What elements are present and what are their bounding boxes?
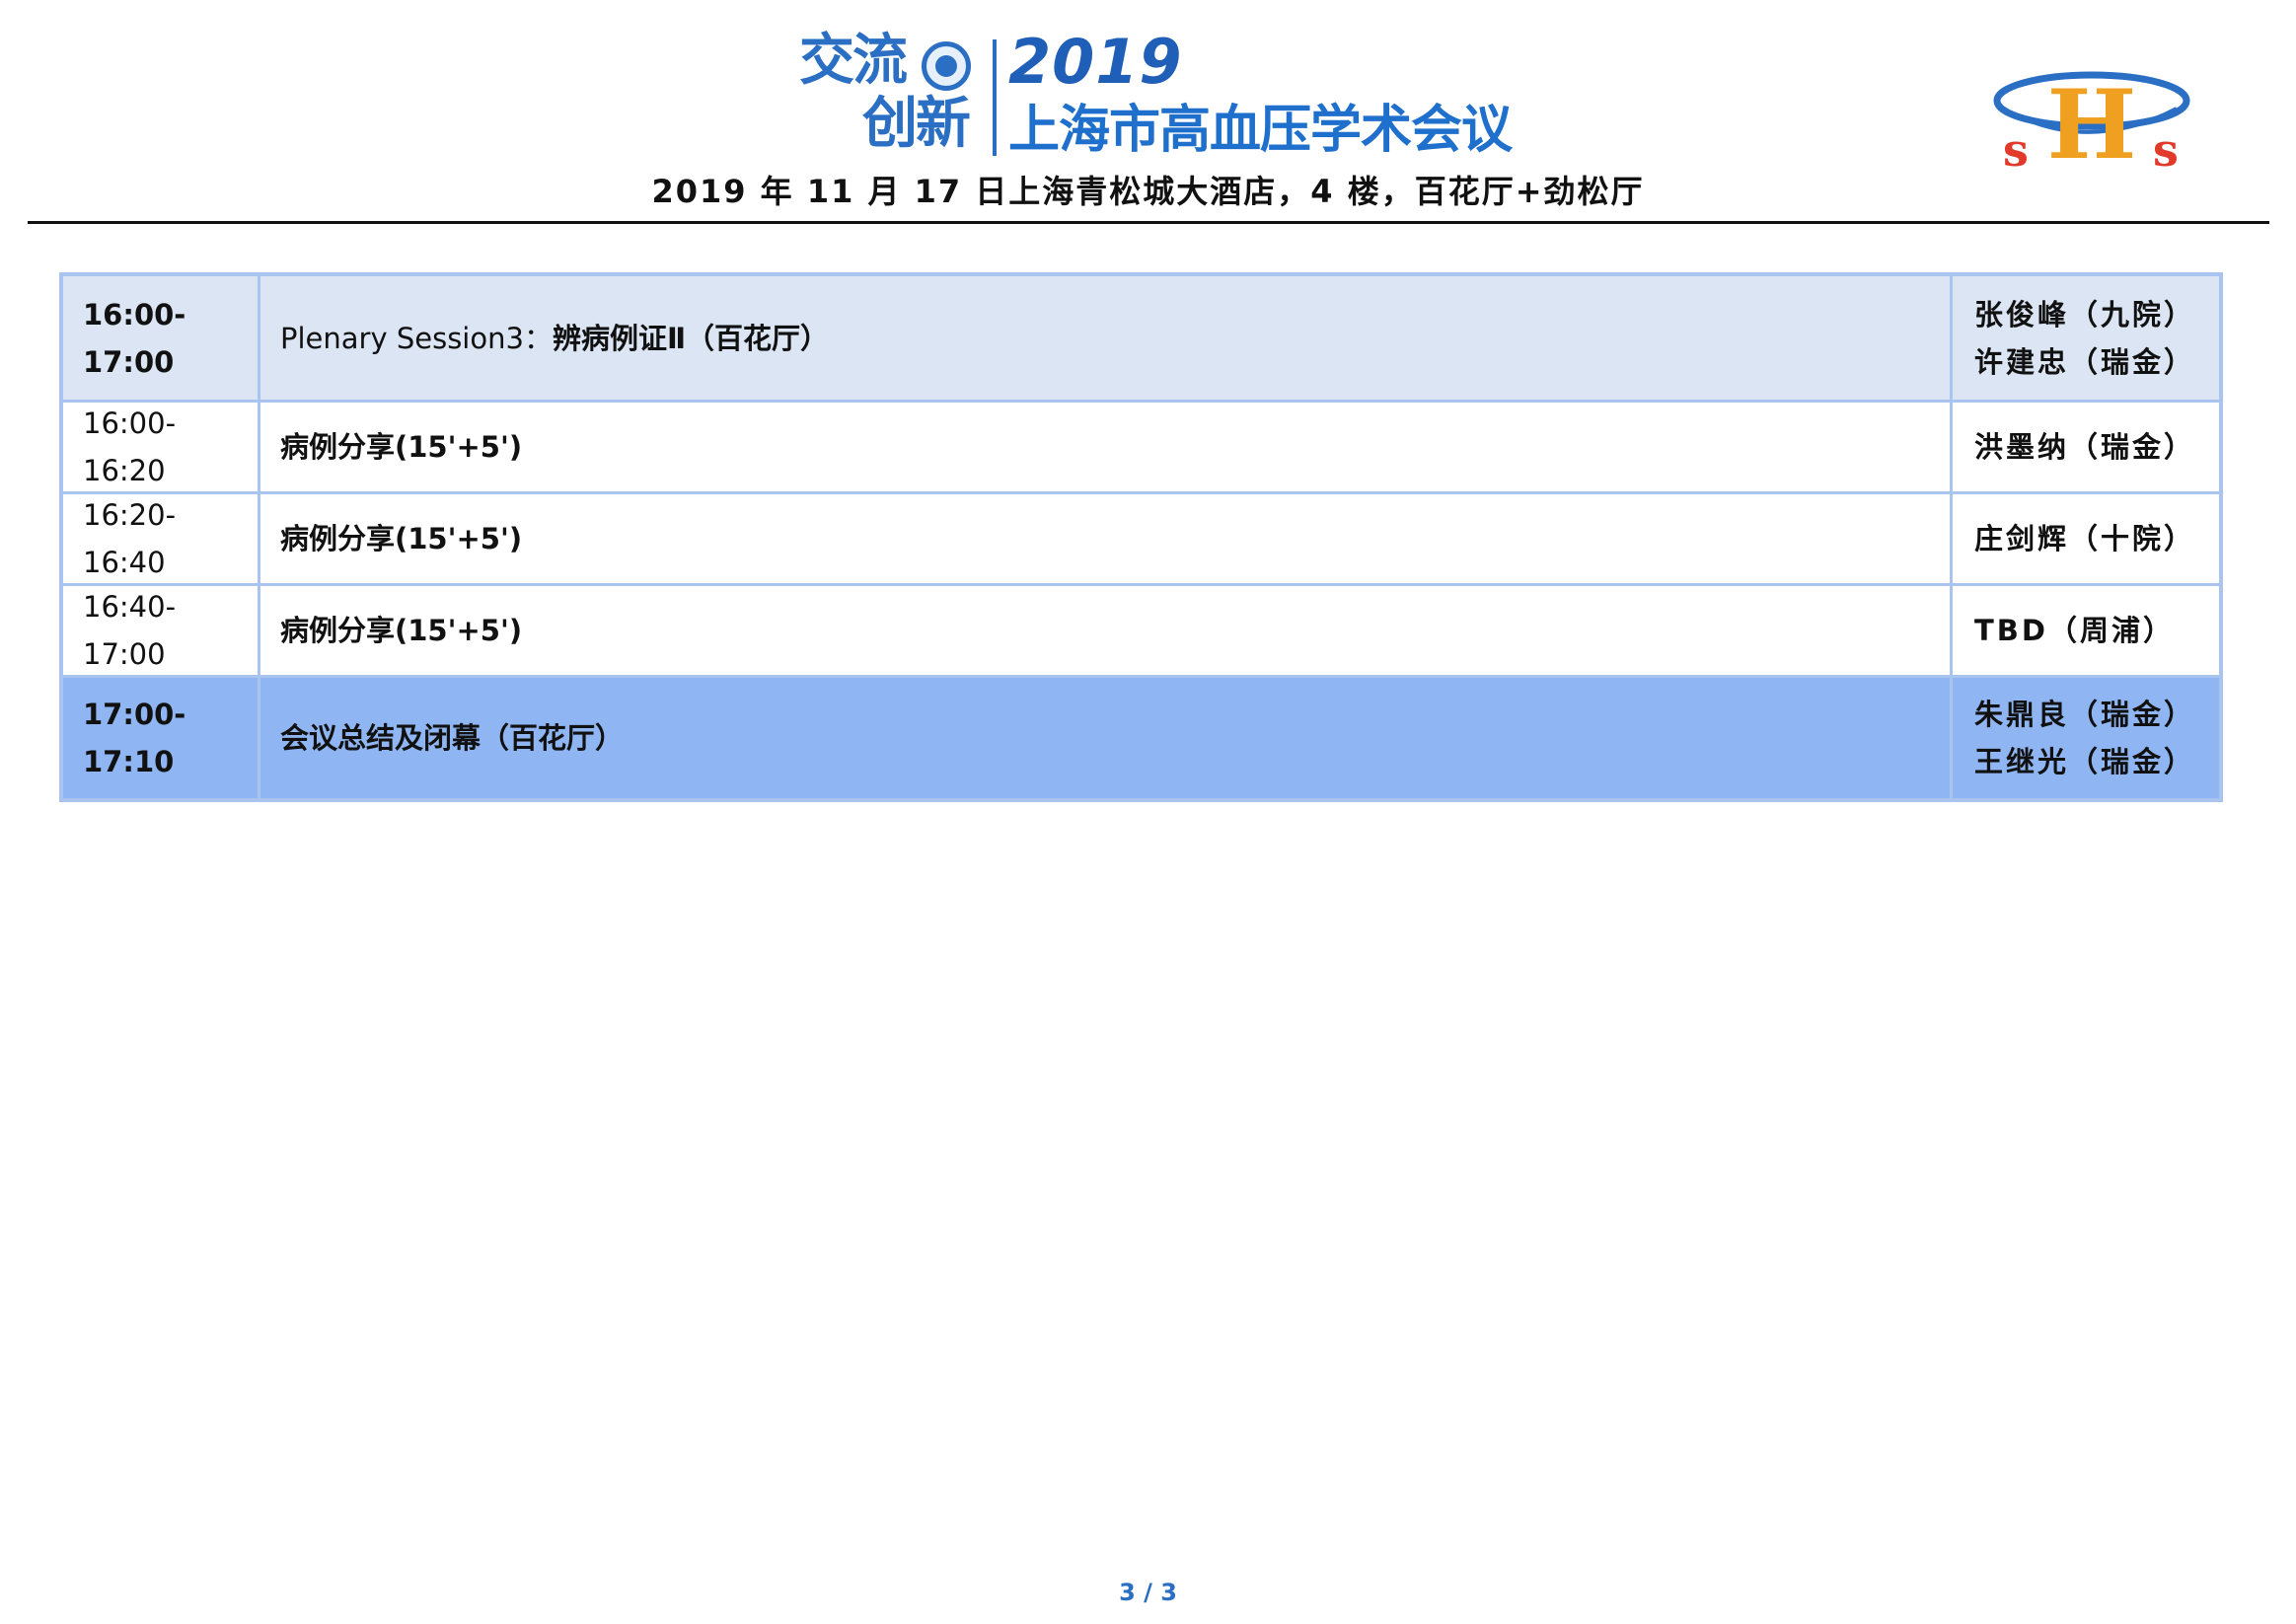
schedule-table: 16:00-17:00 Plenary Session3： 辨病例证Ⅱ（百花厅） … (59, 272, 2223, 802)
speaker-name: 张俊峰（九院） (1974, 297, 2196, 332)
logo-year: 2019 (1008, 26, 1183, 98)
title-cell: 病例分享(15'+5') (260, 586, 1953, 675)
time-cell: 16:40-17:00 (63, 586, 260, 675)
time-cell: 16:00-17:00 (63, 276, 260, 400)
table-row: 16:00-17:00 Plenary Session3： 辨病例证Ⅱ（百花厅） … (63, 276, 2219, 403)
speaker-cell: 庄剑辉（十院） (1953, 494, 2219, 583)
document-header: 交流 创新 2019 上海市高血压学术会议 H s s 2019 年 11 月 … (0, 0, 2296, 227)
session-title-zh: 辨病例证Ⅱ（百花厅） (552, 321, 830, 355)
speaker-cell: TBD（周浦） (1953, 586, 2219, 675)
logo-line-2: 创新 (862, 92, 971, 156)
speaker-cell: 朱鼎良（瑞金） 王继光（瑞金） (1953, 678, 2219, 798)
svg-text:s: s (2003, 123, 2029, 177)
logo-line-1: 交流 (799, 29, 908, 93)
conference-logo: 交流 创新 2019 上海市高血压学术会议 (799, 26, 1513, 161)
speaker-name: 许建忠（瑞金） (1974, 344, 2196, 379)
svg-text:H: H (2047, 69, 2137, 178)
time-cell: 16:00-16:20 (63, 403, 260, 491)
speaker-cell: 洪墨纳（瑞金） (1953, 403, 2219, 491)
svg-text:s: s (2153, 123, 2179, 177)
speaker-cell: 张俊峰（九院） 许建忠（瑞金） (1953, 276, 2219, 400)
speaker-name: 庄剑辉（十院） (1974, 522, 2196, 555)
table-row: 16:40-17:00 病例分享(15'+5') TBD（周浦） (63, 586, 2219, 678)
title-cell: 病例分享(15'+5') (260, 494, 1953, 583)
time-cell: 17:00-17:10 (63, 678, 260, 798)
title-cell: 会议总结及闭幕（百花厅） (260, 678, 1953, 798)
venue-subtitle: 2019 年 11 月 17 日上海青松城大酒店，4 楼，百花厅+劲松厅 (651, 173, 1645, 210)
speaker-name: TBD（周浦） (1974, 614, 2175, 647)
speaker-name: 朱鼎良（瑞金） (1974, 698, 2196, 731)
title-cell: 病例分享(15'+5') (260, 403, 1953, 491)
shs-logo: H s s (1993, 69, 2190, 178)
table-row: 16:20-16:40 病例分享(15'+5') 庄剑辉（十院） (63, 494, 2219, 586)
title-cell: Plenary Session3： 辨病例证Ⅱ（百花厅） (260, 276, 1953, 400)
conference-title: 上海市高血压学术会议 (1008, 101, 1513, 160)
speaker-name: 王继光（瑞金） (1974, 745, 2196, 778)
logo-slogan: 交流 创新 (799, 32, 987, 160)
time-cell: 16:20-16:40 (63, 494, 260, 583)
header-divider (28, 221, 2269, 224)
speaker-name: 洪墨纳（瑞金） (1974, 430, 2196, 464)
page-number: 3 / 3 (1119, 1579, 1177, 1606)
logo-target-icon (922, 41, 971, 91)
session-title-en: Plenary Session3： (280, 321, 553, 355)
table-row: 16:00-16:20 病例分享(15'+5') 洪墨纳（瑞金） (63, 403, 2219, 494)
logo-divider (993, 39, 997, 156)
table-row: 17:00-17:10 会议总结及闭幕（百花厅） 朱鼎良（瑞金） 王继光（瑞金） (63, 678, 2219, 798)
